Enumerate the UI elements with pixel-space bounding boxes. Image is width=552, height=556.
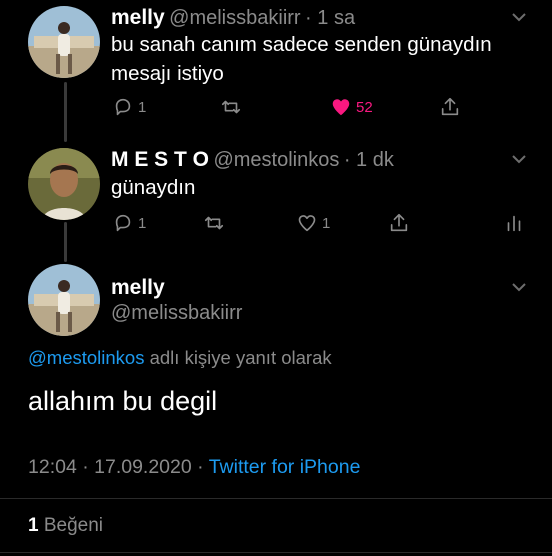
tweet-text: bu sanah canım sadece senden günaydın me… — [111, 33, 492, 85]
reply-context: @mestolinkos adlı kişiye yanıt olarak — [28, 347, 332, 369]
divider — [0, 552, 552, 553]
chevron-down-icon[interactable] — [510, 278, 528, 296]
reply-count: 1 — [138, 98, 147, 116]
reply-to-label: adlı kişiye yanıt olarak — [149, 347, 332, 368]
reply-button[interactable]: 1 — [112, 212, 146, 234]
like-count: 1 — [322, 214, 331, 232]
heart-icon — [332, 99, 350, 116]
avatar-photo — [28, 148, 100, 220]
heart-icon — [298, 215, 316, 232]
like-total: 1 — [28, 515, 39, 536]
retweet-button[interactable] — [203, 212, 225, 234]
author-name[interactable]: melly — [111, 6, 165, 29]
retweet-icon — [204, 216, 224, 230]
avatar[interactable] — [28, 148, 100, 220]
like-summary[interactable]: 1 Beğeni — [28, 515, 103, 537]
reply-count: 1 — [138, 214, 147, 232]
share-button[interactable] — [388, 212, 410, 234]
like-total-label: Beğeni — [43, 515, 104, 536]
reply-icon — [115, 214, 131, 232]
author-handle[interactable]: @melissbakiirr — [169, 7, 300, 29]
avatar[interactable] — [28, 6, 100, 78]
author-handle[interactable]: @mestolinkos — [213, 149, 339, 171]
share-icon — [390, 213, 408, 232]
retweet-button[interactable] — [220, 96, 242, 118]
tweet-meta: 12:04 · 17.09.2020 · Twitter for iPhone — [28, 456, 360, 479]
author-name[interactable]: melly — [111, 276, 165, 300]
tweet-time: · 1 sa — [305, 7, 356, 29]
avatar[interactable] — [28, 264, 100, 336]
reply-button[interactable]: 1 — [112, 96, 146, 118]
thread-line — [64, 82, 67, 142]
source-link[interactable]: Twitter for iPhone — [209, 456, 361, 478]
author-name[interactable]: M E S T O — [111, 148, 209, 171]
reply-to-handle[interactable]: @mestolinkos — [28, 347, 144, 368]
chevron-down-icon[interactable] — [510, 150, 528, 168]
main-tweet-text: allahım bu degil — [28, 386, 218, 416]
like-count: 52 — [356, 98, 373, 116]
chevron-down-icon[interactable] — [510, 8, 528, 26]
tweet-time: · 1 dk — [343, 149, 394, 171]
reply-icon — [115, 98, 131, 116]
avatar-photo — [28, 264, 100, 336]
divider — [0, 498, 552, 499]
thread-line — [64, 222, 67, 262]
like-button[interactable]: 1 — [296, 212, 330, 234]
analytics-button[interactable] — [503, 212, 525, 234]
avatar-photo — [28, 6, 100, 78]
share-icon — [441, 97, 459, 116]
analytics-icon — [507, 215, 521, 232]
timestamp[interactable]: 12:04 · 17.09.2020 · — [28, 456, 209, 478]
share-button[interactable] — [439, 96, 461, 118]
author-handle[interactable]: @melissbakiirr — [111, 302, 242, 325]
tweet-text: günaydın — [111, 176, 196, 199]
retweet-icon — [221, 100, 241, 114]
like-button[interactable]: 52 — [330, 96, 373, 118]
